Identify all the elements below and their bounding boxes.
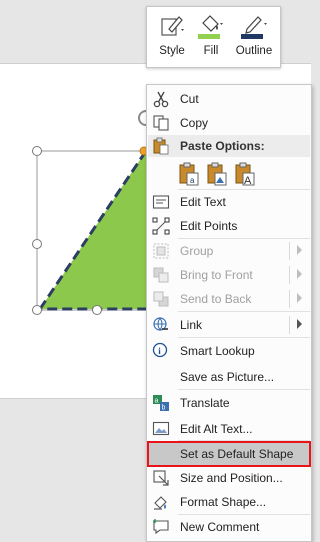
menu-label: Size and Position...	[180, 471, 283, 485]
edit-points-icon	[152, 217, 170, 235]
menu-label: Edit Points	[180, 219, 238, 233]
resize-handle[interactable]	[32, 239, 42, 249]
menu-label: Paste Options:	[180, 139, 265, 153]
menu-label: Edit Text	[180, 195, 226, 209]
mini-toolbar: Style Fill Outline	[146, 6, 281, 68]
scissors-icon	[153, 91, 169, 108]
resize-handle[interactable]	[32, 305, 42, 315]
menu-item-format-shape[interactable]: Format Shape...	[148, 490, 310, 514]
menu-item-send-to-back[interactable]: Send to Back	[148, 287, 310, 311]
menu-separator	[178, 389, 310, 390]
outline-button[interactable]: Outline	[231, 7, 277, 67]
paste-use-destination-theme[interactable]: a	[177, 161, 201, 187]
menu-label: Group	[180, 244, 214, 258]
menu-item-new-comment[interactable]: New Comment	[148, 515, 310, 539]
menu-item-edit-alt-text[interactable]: Edit Alt Text...	[148, 417, 310, 441]
menu-item-edit-points[interactable]: Edit Points	[148, 214, 310, 238]
style-button[interactable]: Style	[151, 7, 193, 67]
bring-to-front-icon	[153, 267, 169, 283]
menu-item-group[interactable]: Group	[148, 239, 310, 263]
alt-text-icon	[152, 421, 170, 436]
menu-label: Copy	[180, 116, 209, 130]
menu-label: Cut	[180, 92, 199, 106]
menu-item-link[interactable]: Link	[148, 313, 310, 337]
translate-icon: a b	[153, 395, 169, 412]
paste-theme-icon: a	[179, 162, 199, 186]
pen-outline-icon	[241, 16, 267, 39]
paste-keep-text-only[interactable]: A	[233, 161, 257, 187]
send-to-back-icon	[153, 291, 169, 307]
menu-separator	[178, 337, 310, 338]
paste-picture[interactable]	[205, 161, 229, 187]
submenu-arrow-icon	[297, 319, 302, 329]
menu-item-smart-lookup[interactable]: i Smart Lookup	[148, 339, 310, 363]
menu-item-set-as-default-shape[interactable]: Set as Default Shape	[147, 441, 311, 467]
menu-item-save-as-picture[interactable]: Save as Picture...	[148, 365, 310, 389]
resize-handle[interactable]	[32, 146, 42, 156]
style-label: Style	[159, 45, 185, 57]
fill-button[interactable]: Fill	[195, 7, 227, 67]
context-menu: Cut Copy Paste Options: a A Edit Text Ed…	[146, 84, 312, 542]
menu-separator	[178, 311, 310, 312]
paste-options-header: Paste Options:	[148, 135, 310, 157]
link-globe-icon	[153, 317, 168, 331]
menu-label: Send to Back	[180, 292, 252, 306]
right-triangle-shape[interactable]	[37, 149, 162, 311]
menu-label: Smart Lookup	[180, 344, 255, 358]
menu-separator	[178, 440, 310, 441]
format-shape-icon	[154, 496, 167, 510]
menu-item-cut[interactable]: Cut	[148, 87, 310, 111]
smart-lookup-icon: i	[152, 342, 168, 358]
size-position-icon	[153, 470, 169, 486]
submenu-arrow-icon	[297, 245, 302, 255]
fill-label: Fill	[203, 45, 219, 57]
paste-picture-icon	[207, 162, 227, 186]
shape-style-icon	[161, 16, 184, 36]
group-icon	[153, 243, 169, 259]
paste-text-icon: A	[235, 162, 255, 187]
submenu-divider	[289, 316, 290, 334]
menu-item-bring-to-front[interactable]: Bring to Front	[148, 263, 310, 287]
menu-label: Link	[180, 318, 203, 332]
copy-icon	[153, 115, 169, 131]
paint-bucket-icon	[198, 15, 223, 39]
submenu-arrow-icon	[297, 269, 302, 279]
outline-label: Outline	[235, 45, 273, 57]
menu-label: Save as Picture...	[180, 370, 275, 384]
menu-item-translate[interactable]: a b Translate	[148, 391, 310, 415]
svg-text:b: b	[162, 405, 166, 412]
clipboard-icon	[153, 137, 169, 155]
menu-label: Translate	[180, 396, 230, 410]
resize-handle[interactable]	[92, 305, 102, 315]
svg-text:a: a	[190, 176, 195, 185]
svg-text:A: A	[244, 175, 252, 187]
menu-item-size-and-position[interactable]: Size and Position...	[148, 466, 310, 490]
submenu-divider	[289, 290, 290, 308]
menu-item-edit-text[interactable]: Edit Text	[148, 190, 310, 214]
menu-label: Edit Alt Text...	[180, 422, 253, 436]
svg-text:a: a	[155, 398, 159, 405]
menu-label: Format Shape...	[180, 495, 267, 509]
menu-label: Bring to Front	[180, 268, 253, 282]
menu-label: New Comment	[180, 520, 260, 534]
menu-item-copy[interactable]: Copy	[148, 111, 310, 135]
submenu-divider	[289, 266, 290, 284]
submenu-divider	[289, 242, 290, 260]
new-comment-icon	[153, 519, 169, 535]
submenu-arrow-icon	[297, 293, 302, 303]
menu-label: Set as Default Shape	[180, 447, 294, 461]
edit-text-icon	[152, 195, 170, 209]
